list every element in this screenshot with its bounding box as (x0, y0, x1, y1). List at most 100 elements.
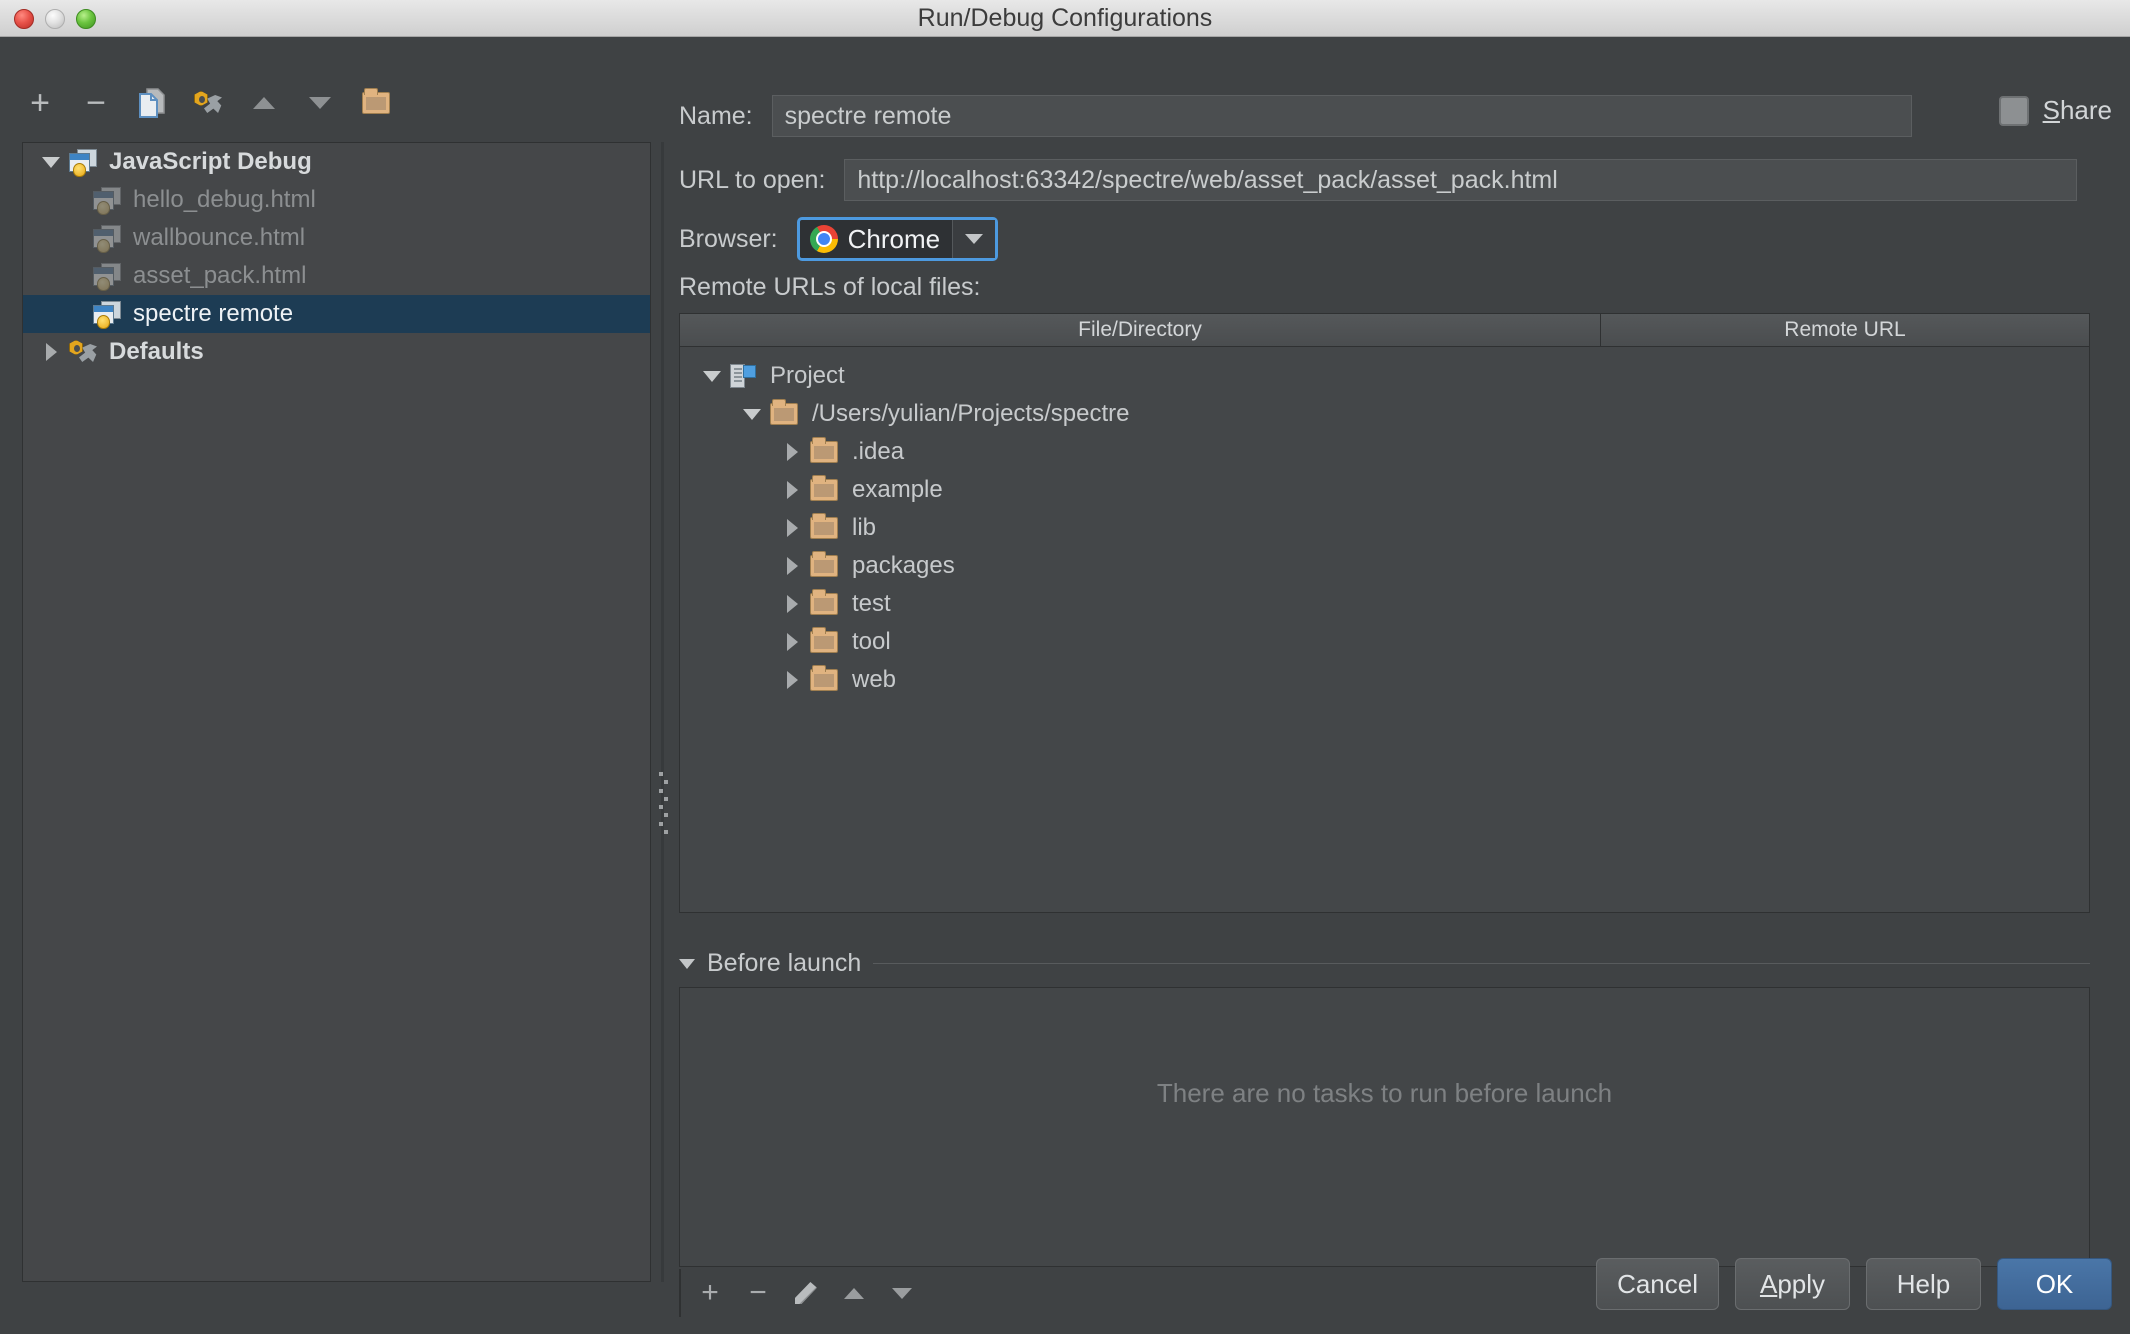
create-folder-button[interactable] (358, 85, 394, 121)
chevron-right-icon[interactable] (33, 343, 69, 361)
chevron-down-icon[interactable] (734, 409, 770, 420)
arrow-up-icon (253, 97, 275, 109)
dialog-footer: Cancel Apply Help OK (1596, 1258, 2112, 1310)
chevron-down-icon[interactable] (694, 371, 730, 382)
js-debug-icon (93, 187, 121, 213)
url-row: URL to open: http://localhost:63342/spec… (679, 159, 2090, 201)
copy-configuration-button[interactable] (134, 85, 170, 121)
remove-task-button[interactable]: − (741, 1276, 775, 1310)
chevron-right-icon[interactable] (774, 443, 810, 461)
before-launch-header[interactable]: Before launch (679, 949, 2090, 978)
before-launch-task-list[interactable]: There are no tasks to run before launch (679, 987, 2090, 1267)
browser-select[interactable]: Chrome (797, 217, 998, 261)
tree-item-javascript-debug[interactable]: JavaScript Debug (23, 143, 650, 181)
task-move-down-button[interactable] (885, 1276, 919, 1310)
tree-item-wallbounce-html[interactable]: wallbounce.html (23, 219, 650, 257)
tree-item-label: wallbounce.html (121, 224, 305, 252)
chevron-down-icon[interactable] (953, 220, 995, 258)
table-row[interactable]: tool (680, 623, 2089, 661)
table-row[interactable]: packages (680, 547, 2089, 585)
ok-button[interactable]: OK (1997, 1258, 2112, 1310)
chevron-right-icon[interactable] (774, 481, 810, 499)
js-debug-icon (69, 149, 97, 175)
move-up-button[interactable] (246, 85, 282, 121)
js-debug-icon (93, 225, 121, 251)
table-cell-file: packages (838, 552, 955, 580)
window-titlebar: Run/Debug Configurations (0, 0, 2130, 37)
browser-row: Browser: Chrome (679, 217, 998, 261)
cancel-button[interactable]: Cancel (1596, 1258, 1719, 1310)
chevron-right-icon[interactable] (774, 557, 810, 575)
section-divider (873, 963, 2090, 964)
remote-urls-label: Remote URLs of local files: (679, 273, 981, 302)
plus-icon: + (701, 1278, 719, 1308)
chevron-down-icon[interactable] (679, 959, 695, 969)
edit-task-button[interactable] (789, 1276, 823, 1310)
name-row: Name: spectre remote (679, 95, 2090, 137)
table-row[interactable]: web (680, 661, 2089, 699)
table-row[interactable]: Project (680, 357, 2089, 395)
add-configuration-button[interactable]: + (22, 85, 58, 121)
configuration-editor: Name: spectre remote Share URL to open: … (679, 37, 2130, 1334)
table-cell-file: example (838, 476, 943, 504)
table-row[interactable]: lib (680, 509, 2089, 547)
share-checkbox[interactable] (1999, 96, 2029, 126)
plus-icon: + (30, 86, 50, 120)
panel-splitter[interactable] (651, 142, 679, 1282)
chevron-down-icon[interactable] (33, 157, 69, 168)
column-header-file-directory[interactable]: File/Directory (680, 314, 1601, 346)
js-debug-icon (93, 301, 121, 327)
arrow-down-icon (892, 1288, 912, 1299)
folder-icon (810, 479, 838, 501)
table-cell-file: web (838, 666, 896, 694)
minus-icon: − (749, 1278, 767, 1308)
minus-icon: − (86, 86, 106, 120)
arrow-up-icon (844, 1288, 864, 1299)
chevron-right-icon[interactable] (774, 595, 810, 613)
tree-item-spectre-remote[interactable]: spectre remote (23, 295, 650, 333)
table-row[interactable]: /Users/yulian/Projects/spectre (680, 395, 2089, 433)
chevron-right-icon[interactable] (774, 671, 810, 689)
table-row[interactable]: .idea (680, 433, 2089, 471)
table-row[interactable]: example (680, 471, 2089, 509)
folder-icon (810, 631, 838, 653)
edit-defaults-button[interactable] (190, 85, 226, 121)
table-cell-file: .idea (838, 438, 904, 466)
browser-label: Browser: (679, 225, 778, 254)
help-button[interactable]: Help (1866, 1258, 1981, 1310)
table-row[interactable]: test (680, 585, 2089, 623)
pencil-icon (795, 1282, 817, 1304)
tree-item-defaults[interactable]: Defaults (23, 333, 650, 371)
window-title: Run/Debug Configurations (0, 0, 2130, 37)
table-header: File/Directory Remote URL (680, 314, 2089, 347)
folder-icon (362, 92, 390, 114)
add-task-button[interactable]: + (693, 1276, 727, 1310)
project-icon (730, 364, 756, 388)
url-label: URL to open: (679, 166, 825, 195)
share-label: Share (2043, 95, 2112, 126)
before-launch-empty-text: There are no tasks to run before launch (680, 1078, 2089, 1109)
browser-select-value: Chrome (838, 224, 952, 255)
name-input[interactable]: spectre remote (772, 95, 1912, 137)
remove-configuration-button[interactable]: − (78, 85, 114, 121)
remote-urls-table[interactable]: File/Directory Remote URL Project /Users… (679, 313, 2090, 913)
move-down-button[interactable] (302, 85, 338, 121)
configurations-tree[interactable]: JavaScript Debug hello_debug.html wallbo… (22, 142, 651, 1282)
dialog-body: + − Java (0, 37, 2130, 1334)
wrench-icon (69, 339, 97, 365)
tree-item-label: spectre remote (121, 300, 293, 328)
share-checkbox-group[interactable]: Share (1999, 95, 2112, 126)
table-cell-file: tool (838, 628, 891, 656)
apply-button[interactable]: Apply (1735, 1258, 1850, 1310)
tree-item-asset-pack-html[interactable]: asset_pack.html (23, 257, 650, 295)
chevron-right-icon[interactable] (774, 519, 810, 537)
name-label: Name: (679, 102, 753, 131)
tree-item-hello-debug-html[interactable]: hello_debug.html (23, 181, 650, 219)
splitter-grip-icon[interactable] (659, 772, 668, 834)
url-input[interactable]: http://localhost:63342/spectre/web/asset… (844, 159, 2077, 201)
column-header-remote-url[interactable]: Remote URL (1601, 314, 2089, 346)
task-move-up-button[interactable] (837, 1276, 871, 1310)
folder-icon (810, 555, 838, 577)
table-cell-file: test (838, 590, 891, 618)
chevron-right-icon[interactable] (774, 633, 810, 651)
